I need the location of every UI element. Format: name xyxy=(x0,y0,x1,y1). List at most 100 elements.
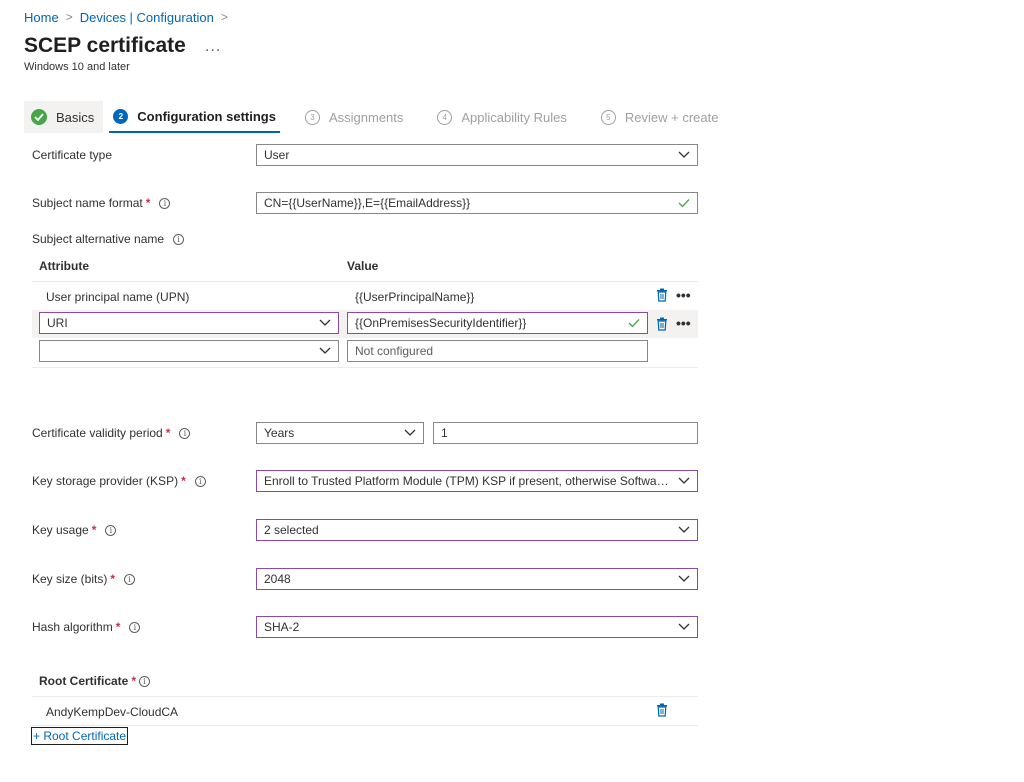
subject-name-format-label: Subject name format * i xyxy=(32,196,171,210)
san-row-2-value-text: {{OnPremisesSecurityIdentifier}} xyxy=(355,316,527,330)
tab-configuration-settings[interactable]: 2 Configuration settings xyxy=(109,101,280,133)
info-icon[interactable]: i xyxy=(129,621,141,633)
san-label-text: Subject alternative name xyxy=(32,232,165,246)
ksp-label-text: Key storage provider (KSP) xyxy=(32,474,179,488)
san-row-3-attribute-dropdown[interactable] xyxy=(39,340,339,362)
validity-label: Certificate validity period * i xyxy=(32,426,191,440)
tab-review-create-label: Review + create xyxy=(624,109,719,125)
info-icon[interactable]: i xyxy=(105,524,117,536)
delete-icon[interactable] xyxy=(656,288,668,302)
tab-applicability-rules-label: Applicability Rules xyxy=(461,109,567,125)
required-marker: * xyxy=(110,572,116,586)
required-marker: * xyxy=(91,523,97,537)
breadcrumb-home-link[interactable]: Home xyxy=(24,10,59,25)
tab-applicability-rules[interactable]: 4 Applicability Rules xyxy=(428,101,576,133)
san-label: Subject alternative name i xyxy=(32,232,185,246)
step-number-icon: 2 xyxy=(113,108,129,124)
ksp-label: Key storage provider (KSP) * i xyxy=(32,474,206,488)
certificate-type-label-text: Certificate type xyxy=(32,148,113,162)
san-row-1-attribute: User principal name (UPN) xyxy=(46,290,190,304)
subject-name-format-label-text: Subject name format xyxy=(32,196,143,210)
divider xyxy=(32,281,698,282)
tab-basics-label: Basics xyxy=(56,109,95,125)
key-usage-dropdown[interactable]: 2 selected xyxy=(256,519,698,541)
required-marker: * xyxy=(181,474,186,488)
info-icon[interactable]: i xyxy=(179,427,191,439)
hash-algorithm-label: Hash algorithm * i xyxy=(32,620,141,634)
step-number-icon: 4 xyxy=(437,109,453,125)
divider xyxy=(32,725,698,726)
page-subtitle: Windows 10 and later xyxy=(24,61,130,73)
san-row-3-value-input[interactable]: Not configured xyxy=(347,340,648,362)
hash-algorithm-dropdown[interactable]: SHA-2 xyxy=(256,616,698,638)
chevron-down-icon xyxy=(678,151,690,158)
chevron-down-icon xyxy=(678,575,690,582)
validity-value-input[interactable]: 1 xyxy=(433,422,698,444)
san-row-3-value-placeholder: Not configured xyxy=(355,344,434,358)
required-marker: * xyxy=(115,620,121,634)
tab-basics[interactable]: Basics xyxy=(24,101,104,133)
validity-value-text: 1 xyxy=(441,426,448,440)
tab-review-create[interactable]: 5 Review + create xyxy=(592,101,728,133)
required-marker: * xyxy=(145,196,151,210)
key-usage-label: Key usage * i xyxy=(32,523,117,537)
san-value-header: Value xyxy=(347,259,379,273)
info-icon[interactable]: i xyxy=(159,197,171,209)
subject-name-format-input[interactable]: CN={{UserName}},E={{EmailAddress}} xyxy=(256,192,698,214)
add-root-certificate-link[interactable]: + Root Certificate xyxy=(31,727,129,745)
san-row-2-attribute-dropdown[interactable]: URI xyxy=(39,312,339,334)
info-icon[interactable]: i xyxy=(139,675,151,687)
chevron-right-icon: > xyxy=(65,10,73,24)
info-icon[interactable]: i xyxy=(194,475,206,487)
validity-unit-dropdown[interactable]: Years xyxy=(256,422,424,444)
page-title: SCEP certificate xyxy=(24,34,186,57)
info-icon[interactable]: i xyxy=(124,573,136,585)
chevron-down-icon xyxy=(319,347,331,354)
divider xyxy=(32,367,698,368)
key-size-dropdown[interactable]: 2048 xyxy=(256,568,698,590)
certificate-type-value: User xyxy=(264,148,290,162)
key-size-value: 2048 xyxy=(264,572,291,586)
chevron-down-icon xyxy=(404,429,416,436)
chevron-right-icon: > xyxy=(220,10,228,24)
tab-configuration-settings-label: Configuration settings xyxy=(137,108,276,124)
row-more-button[interactable]: ••• xyxy=(676,315,691,331)
subject-name-format-value: CN={{UserName}},E={{EmailAddress}} xyxy=(264,196,471,210)
step-number-icon: 3 xyxy=(304,109,320,125)
chevron-down-icon xyxy=(678,526,690,533)
validity-unit-value: Years xyxy=(264,426,295,440)
san-row-2-attribute-value: URI xyxy=(47,316,68,330)
root-certificate-label: Root Certificate * i xyxy=(39,674,151,688)
chevron-down-icon xyxy=(678,477,690,484)
certificate-type-label: Certificate type xyxy=(32,148,112,162)
san-row-1-value: {{UserPrincipalName}} xyxy=(355,290,475,304)
divider xyxy=(32,696,698,697)
delete-icon[interactable] xyxy=(656,317,668,331)
tab-assignments[interactable]: 3 Assignments xyxy=(296,101,412,133)
info-icon[interactable]: i xyxy=(173,233,185,245)
hash-algorithm-label-text: Hash algorithm xyxy=(32,620,113,634)
valid-check-icon xyxy=(678,199,690,208)
breadcrumb: Home > Devices | Configuration > xyxy=(24,9,235,25)
delete-icon[interactable] xyxy=(656,703,668,717)
checkmark-icon xyxy=(31,109,47,125)
ksp-dropdown[interactable]: Enroll to Trusted Platform Module (TPM) … xyxy=(256,470,698,492)
san-row-2-value-input[interactable]: {{OnPremisesSecurityIdentifier}} xyxy=(347,312,648,334)
key-size-label-text: Key size (bits) xyxy=(32,572,108,586)
certificate-type-dropdown[interactable]: User xyxy=(256,144,698,166)
san-attribute-header: Attribute xyxy=(39,259,89,273)
key-size-label: Key size (bits) * i xyxy=(32,572,136,586)
valid-check-icon xyxy=(628,319,640,328)
required-marker: * xyxy=(165,426,171,440)
breadcrumb-devices-link[interactable]: Devices | Configuration xyxy=(80,10,214,25)
key-usage-label-text: Key usage xyxy=(32,523,89,537)
more-options-button[interactable]: ... xyxy=(205,38,221,56)
chevron-down-icon xyxy=(678,623,690,630)
step-number-icon: 5 xyxy=(600,109,616,125)
ksp-value: Enroll to Trusted Platform Module (TPM) … xyxy=(264,474,672,488)
required-marker: * xyxy=(131,674,137,688)
row-more-button[interactable]: ••• xyxy=(676,287,691,303)
validity-label-text: Certificate validity period xyxy=(32,426,163,440)
key-usage-value: 2 selected xyxy=(264,523,319,537)
tab-assignments-label: Assignments xyxy=(328,109,404,125)
